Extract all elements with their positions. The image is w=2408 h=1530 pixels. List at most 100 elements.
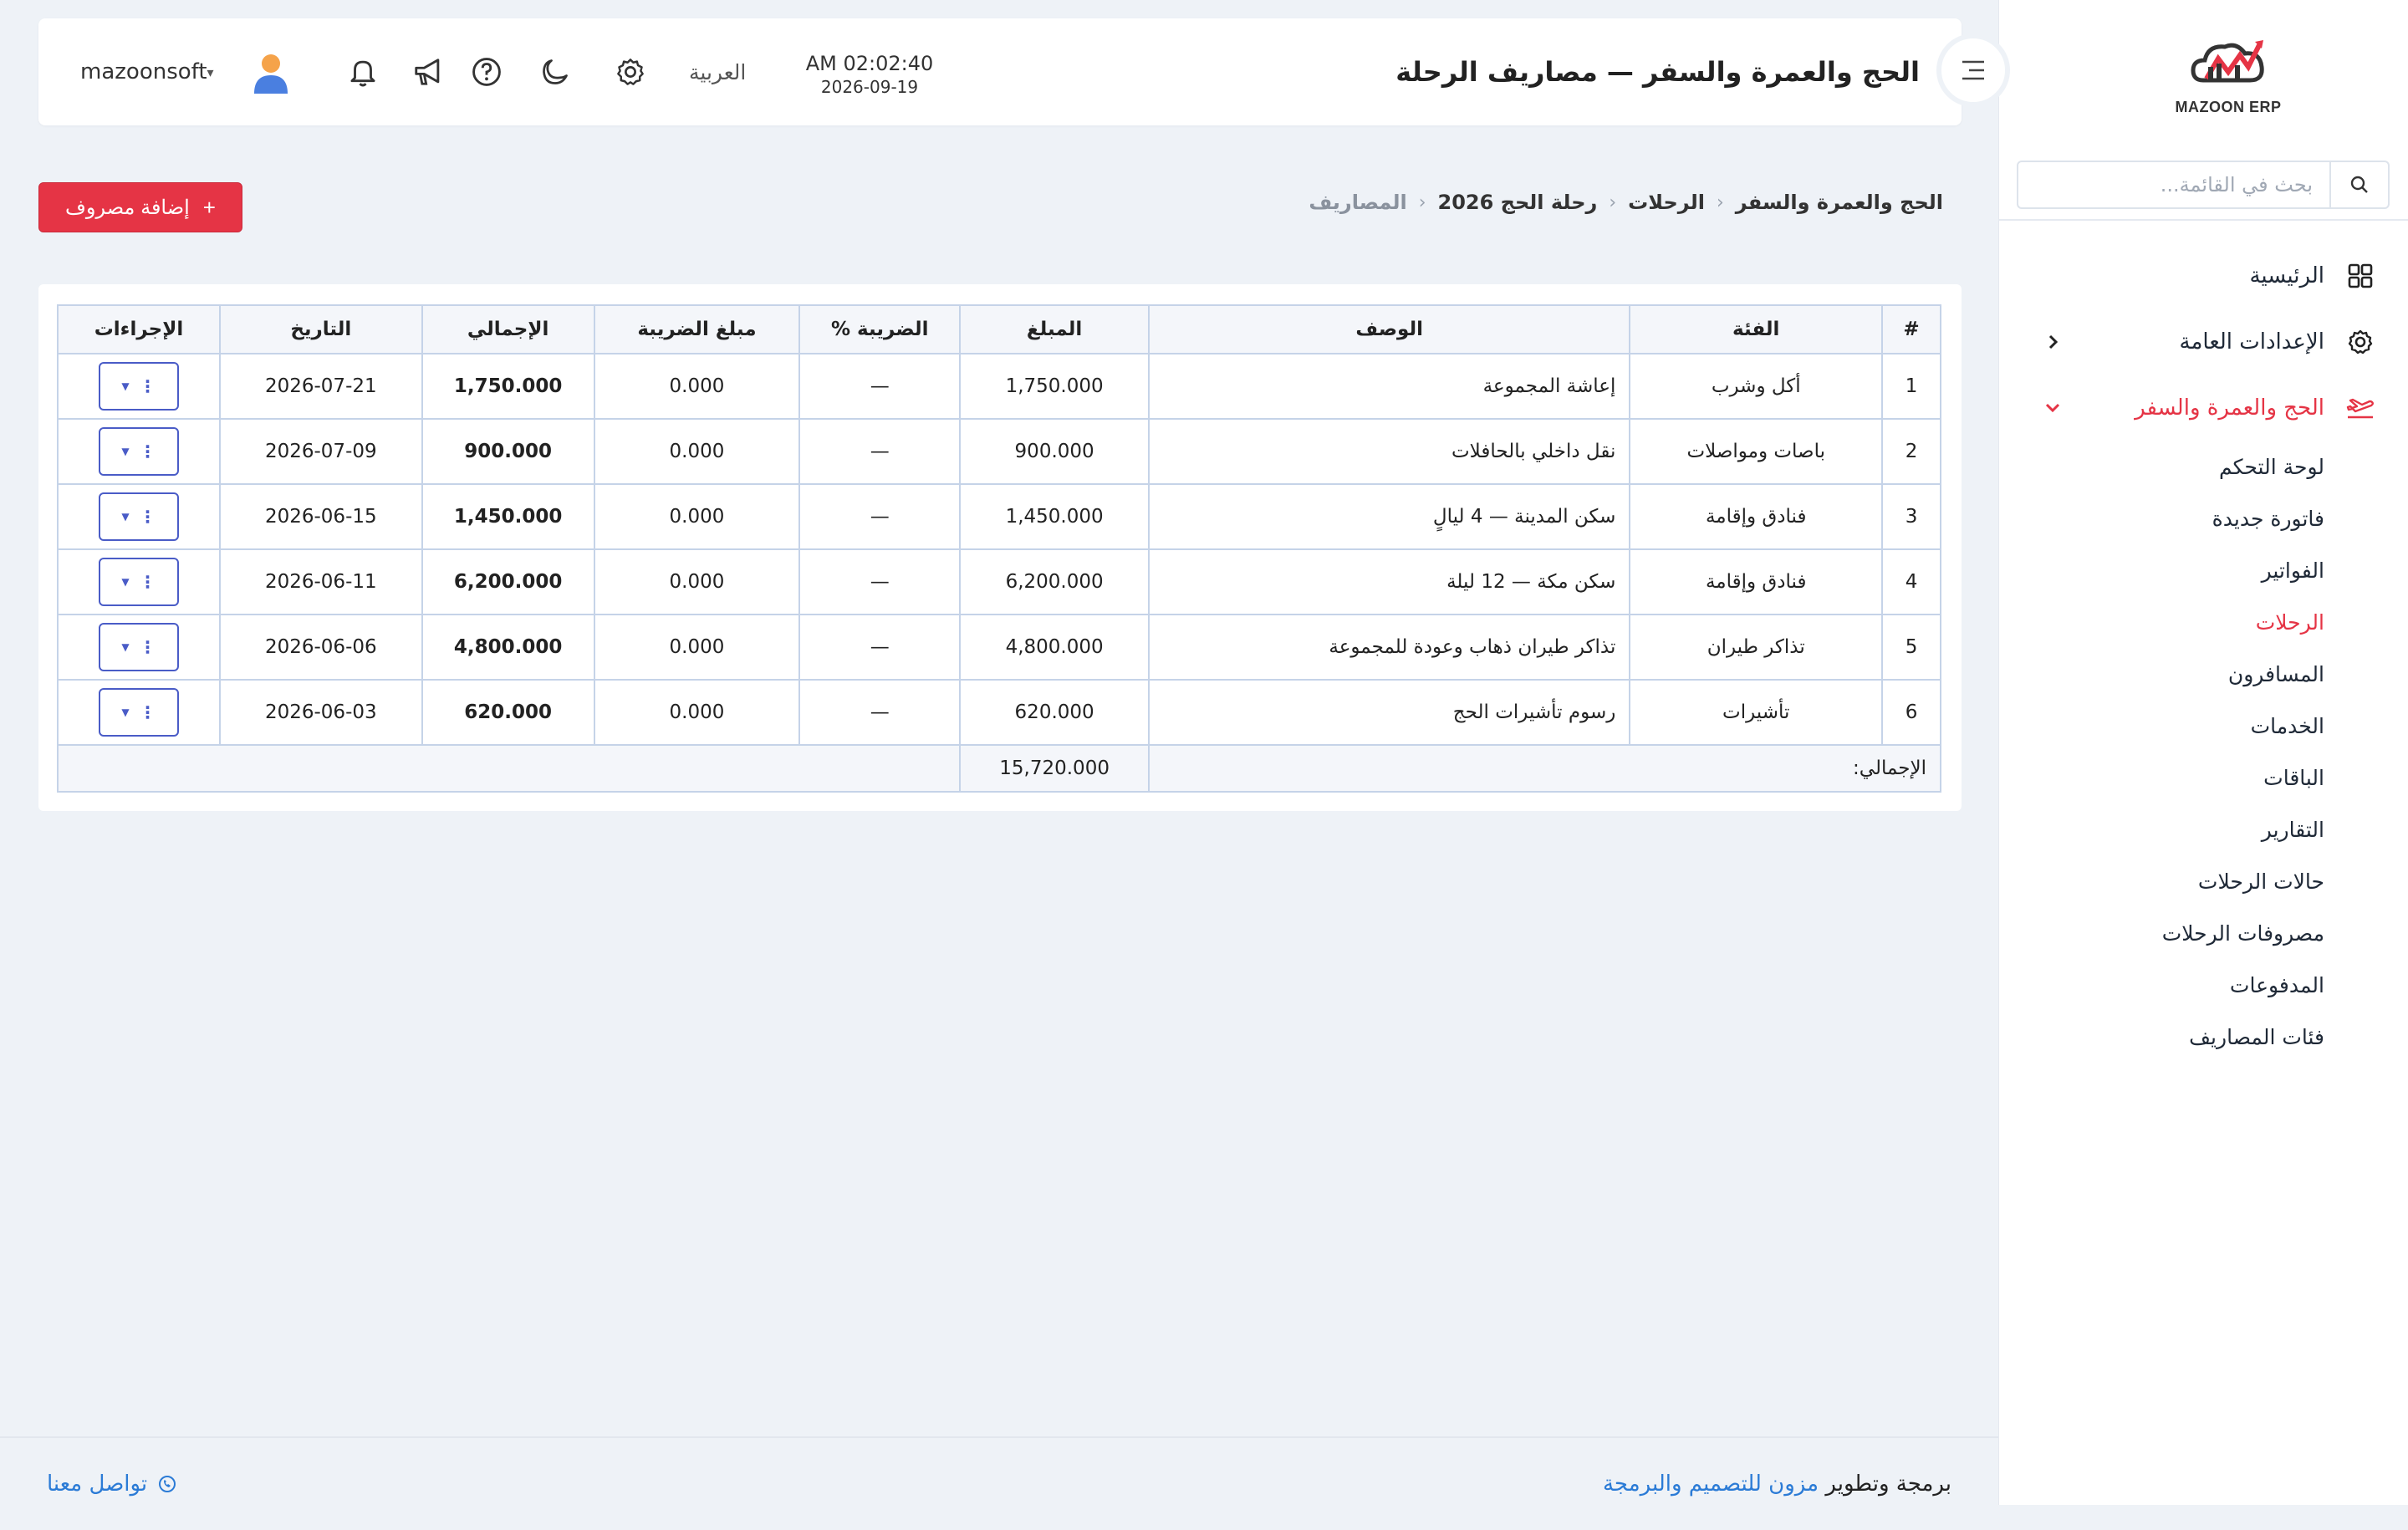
top-header: الحج والعمرة والسفر — مصاريف الرحلة AM 0… — [38, 18, 1962, 125]
sidebar-toggle-button[interactable] — [1936, 33, 2010, 107]
sidebar-item-settings[interactable]: الإعدادات العامة — [1998, 309, 2408, 375]
col-header-amount: المبلغ — [959, 304, 1150, 354]
menu-icon — [1962, 60, 1984, 80]
sidebar-divider — [1998, 219, 2408, 221]
caret-down-icon: ▼ — [121, 446, 130, 457]
subnav-packages[interactable]: الباقات — [1998, 752, 2408, 803]
logo[interactable]: MAZOON ERP — [2174, 33, 2283, 117]
subnav-expense-categories[interactable]: فئات المصاريف — [1998, 1011, 2408, 1063]
subnav-dashboard[interactable]: لوحة التحكم — [1998, 441, 2408, 492]
more-vertical-icon: ⋮ — [139, 376, 156, 396]
subnav-payments[interactable]: المدفوعات — [1998, 959, 2408, 1011]
cell-tax-amount: 0.000 — [593, 548, 801, 615]
cell-tax-pct: — — [798, 548, 962, 615]
cell-category: باصات ومواصلات — [1629, 418, 1884, 485]
caret-down-icon: ▼ — [121, 706, 130, 718]
sidebar-nav: الرئيسية الإعدادات العامة الحج والعمرة و… — [1998, 242, 2408, 1063]
avatar[interactable] — [247, 48, 294, 95]
chevron-left-icon: ‹ — [1418, 191, 1426, 213]
cell-category: تأشيرات — [1629, 679, 1884, 746]
row-actions-button[interactable]: ⋮ ▼ — [98, 623, 179, 671]
table-row: 2 باصات ومواصلات نقل داخلي بالحافلات 900… — [57, 418, 1941, 485]
language-switch[interactable]: العربية — [689, 18, 746, 125]
table-row: 1 أكل وشرب إعاشة المجموعة 1,750.000 — 0.… — [57, 353, 1941, 420]
row-actions-button[interactable]: ⋮ ▼ — [98, 558, 179, 606]
breadcrumb-item[interactable]: رحلة الحج 2026 — [1438, 191, 1598, 214]
breadcrumb: الحج والعمرة والسفر ‹ الرحلات ‹ رحلة الح… — [1309, 191, 1943, 214]
chevron-left-icon — [2040, 333, 2065, 351]
megaphone-icon[interactable] — [410, 54, 446, 90]
cell-actions: ⋮ ▼ — [57, 353, 221, 420]
cell-date: 2026-06-03 — [218, 679, 423, 746]
cell-description: إعاشة المجموعة — [1148, 353, 1631, 420]
cell-num: 1 — [1881, 353, 1941, 420]
cell-num: 4 — [1881, 548, 1941, 615]
moon-icon[interactable] — [537, 54, 574, 90]
clock-time: AM 02:02:40 — [805, 52, 934, 75]
clock: AM 02:02:40 2026-09-19 — [794, 52, 945, 97]
sidebar-item-home[interactable]: الرئيسية — [1998, 242, 2408, 309]
sidebar-item-label: الرئيسية — [2249, 263, 2324, 288]
subnav-new-invoice[interactable]: فاتورة جديدة — [1998, 492, 2408, 544]
cell-amount: 4,800.000 — [959, 614, 1150, 681]
cell-tax-amount: 0.000 — [593, 483, 801, 550]
subnav-trips[interactable]: الرحلات — [1998, 596, 2408, 648]
cell-tax-pct: — — [798, 418, 962, 485]
page-footer: تواصل معنا برمجة وتطوير مزون للتصميم وال… — [0, 1436, 1998, 1530]
breadcrumb-item[interactable]: الرحلات — [1628, 191, 1705, 214]
cell-date: 2026-06-11 — [218, 548, 423, 615]
cell-total: 1,450.000 — [421, 483, 595, 550]
row-actions-button[interactable]: ⋮ ▼ — [98, 427, 179, 476]
col-header-tax-amount: مبلغ الضريبة — [593, 304, 801, 354]
bell-icon[interactable] — [344, 54, 381, 90]
cell-actions: ⋮ ▼ — [57, 679, 221, 746]
chevron-down-icon — [2040, 401, 2065, 415]
gear-icon — [2346, 328, 2375, 356]
sidebar-item-label: الإعدادات العامة — [2179, 329, 2324, 354]
col-header-total: الإجمالي — [421, 304, 595, 354]
row-actions-button[interactable]: ⋮ ▼ — [98, 492, 179, 541]
subnav-trip-statuses[interactable]: حالات الرحلات — [1998, 855, 2408, 907]
cell-tax-pct: — — [798, 353, 962, 420]
row-actions-button[interactable]: ⋮ ▼ — [98, 362, 179, 411]
cell-amount: 1,450.000 — [959, 483, 1150, 550]
col-header-date: التاريخ — [218, 304, 423, 354]
add-expense-button[interactable]: + إضافة مصروف — [38, 182, 242, 232]
user-menu[interactable]: mazoonsoft ▾ — [80, 18, 226, 125]
subnav-trip-expenses[interactable]: مصروفات الرحلات — [1998, 907, 2408, 959]
cell-date: 2026-06-15 — [218, 483, 423, 550]
footer-credit: برمجة وتطوير مزون للتصميم والبرمجة — [1603, 1471, 1951, 1497]
cell-actions: ⋮ ▼ — [57, 418, 221, 485]
cell-num: 5 — [1881, 614, 1941, 681]
breadcrumb-item[interactable]: الحج والعمرة والسفر — [1736, 191, 1943, 214]
sidebar-search-input[interactable] — [2018, 162, 2329, 207]
chevron-left-icon: ‹ — [1609, 191, 1617, 213]
cell-category: فنادق وإقامة — [1629, 548, 1884, 615]
subnav-travelers[interactable]: المسافرون — [1998, 648, 2408, 700]
logo-text: MAZOON ERP — [2175, 99, 2282, 115]
grid-icon — [2346, 262, 2375, 290]
cell-total: 4,800.000 — [421, 614, 595, 681]
search-icon[interactable] — [2329, 162, 2388, 207]
cell-description: رسوم تأشيرات الحج — [1148, 679, 1631, 746]
sidebar-item-hajj[interactable]: الحج والعمرة والسفر — [1998, 375, 2408, 441]
table-total-row: الإجمالي: 15,720.000 — [56, 744, 1941, 793]
subnav-invoices[interactable]: الفواتير — [1998, 544, 2408, 596]
more-vertical-icon: ⋮ — [139, 572, 156, 592]
gear-icon[interactable] — [612, 54, 649, 90]
cell-category: تذاكر طيران — [1629, 614, 1884, 681]
cell-tax-pct: — — [798, 614, 962, 681]
cell-amount: 900.000 — [959, 418, 1150, 485]
col-header-tax-pct: الضريبة % — [798, 304, 962, 354]
table-row: 3 فنادق وإقامة سكن المدينة — 4 ليالٍ 1,4… — [57, 483, 1941, 550]
contact-link[interactable]: تواصل معنا — [47, 1471, 177, 1497]
company-link[interactable]: مزون للتصميم والبرمجة — [1603, 1471, 1819, 1497]
cell-category: أكل وشرب — [1629, 353, 1884, 420]
chevron-left-icon: ‹ — [1716, 191, 1724, 213]
row-actions-button[interactable]: ⋮ ▼ — [98, 688, 179, 737]
subnav-reports[interactable]: التقارير — [1998, 803, 2408, 855]
help-icon[interactable] — [468, 54, 505, 90]
expenses-table: # الفئة الوصف المبلغ الضريبة % مبلغ الضر… — [56, 304, 1941, 793]
cell-tax-pct: — — [798, 483, 962, 550]
subnav-services[interactable]: الخدمات — [1998, 700, 2408, 752]
